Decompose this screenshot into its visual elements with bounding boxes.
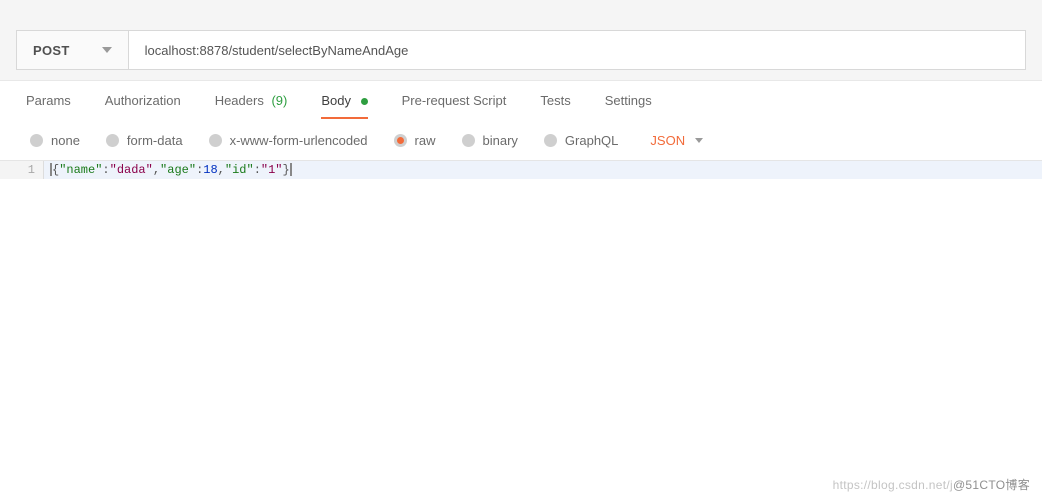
radio-icon <box>544 134 557 147</box>
http-method-select[interactable]: POST <box>17 31 129 69</box>
http-method-label: POST <box>33 43 70 58</box>
tab-headers-count: (9) <box>271 93 287 108</box>
radio-icon <box>30 134 43 147</box>
radio-graphql[interactable]: GraphQL <box>544 133 618 148</box>
radio-urlencoded-label: x-www-form-urlencoded <box>230 133 368 148</box>
tab-headers[interactable]: Headers (9) <box>215 83 288 118</box>
dot-indicator-icon <box>361 98 368 105</box>
tab-prerequest[interactable]: Pre-request Script <box>402 83 507 118</box>
chevron-down-icon <box>695 138 703 143</box>
radio-none[interactable]: none <box>30 133 80 148</box>
tab-body-label: Body <box>321 93 351 108</box>
line-number: 1 <box>0 161 44 179</box>
radio-raw-label: raw <box>415 133 436 148</box>
code-content[interactable]: {"name":"dada","age":18,"id":"1"} <box>44 161 292 179</box>
radio-icon <box>394 134 407 147</box>
radio-binary-label: binary <box>483 133 518 148</box>
body-format-label: JSON <box>650 133 685 148</box>
editor-line: 1 {"name":"dada","age":18,"id":"1"} <box>0 161 1042 179</box>
radio-icon <box>209 134 222 147</box>
tab-headers-label: Headers <box>215 93 264 108</box>
body-format-select[interactable]: JSON <box>650 133 703 148</box>
radio-form-data-label: form-data <box>127 133 183 148</box>
radio-graphql-label: GraphQL <box>565 133 618 148</box>
radio-binary[interactable]: binary <box>462 133 518 148</box>
radio-form-data[interactable]: form-data <box>106 133 183 148</box>
radio-icon <box>462 134 475 147</box>
request-bar: POST <box>16 30 1026 70</box>
text-cursor-icon <box>290 163 292 176</box>
tab-body[interactable]: Body <box>321 83 367 118</box>
tab-params[interactable]: Params <box>26 83 71 118</box>
body-type-row: none form-data x-www-form-urlencoded raw… <box>0 119 1042 160</box>
watermark-faint: https://blog.csdn.net/j <box>833 478 953 492</box>
radio-urlencoded[interactable]: x-www-form-urlencoded <box>209 133 368 148</box>
url-input[interactable] <box>129 31 1025 69</box>
chevron-down-icon <box>102 47 112 53</box>
request-tabs: Params Authorization Headers (9) Body Pr… <box>0 81 1042 119</box>
tab-authorization[interactable]: Authorization <box>105 83 181 118</box>
watermark-dark: @51CTO博客 <box>953 478 1030 492</box>
tab-settings[interactable]: Settings <box>605 83 652 118</box>
radio-icon <box>106 134 119 147</box>
radio-none-label: none <box>51 133 80 148</box>
radio-raw[interactable]: raw <box>394 133 436 148</box>
body-editor[interactable]: 1 {"name":"dada","age":18,"id":"1"} <box>0 160 1042 179</box>
tab-tests[interactable]: Tests <box>540 83 570 118</box>
watermark: https://blog.csdn.net/j@51CTO博客 <box>833 476 1030 493</box>
